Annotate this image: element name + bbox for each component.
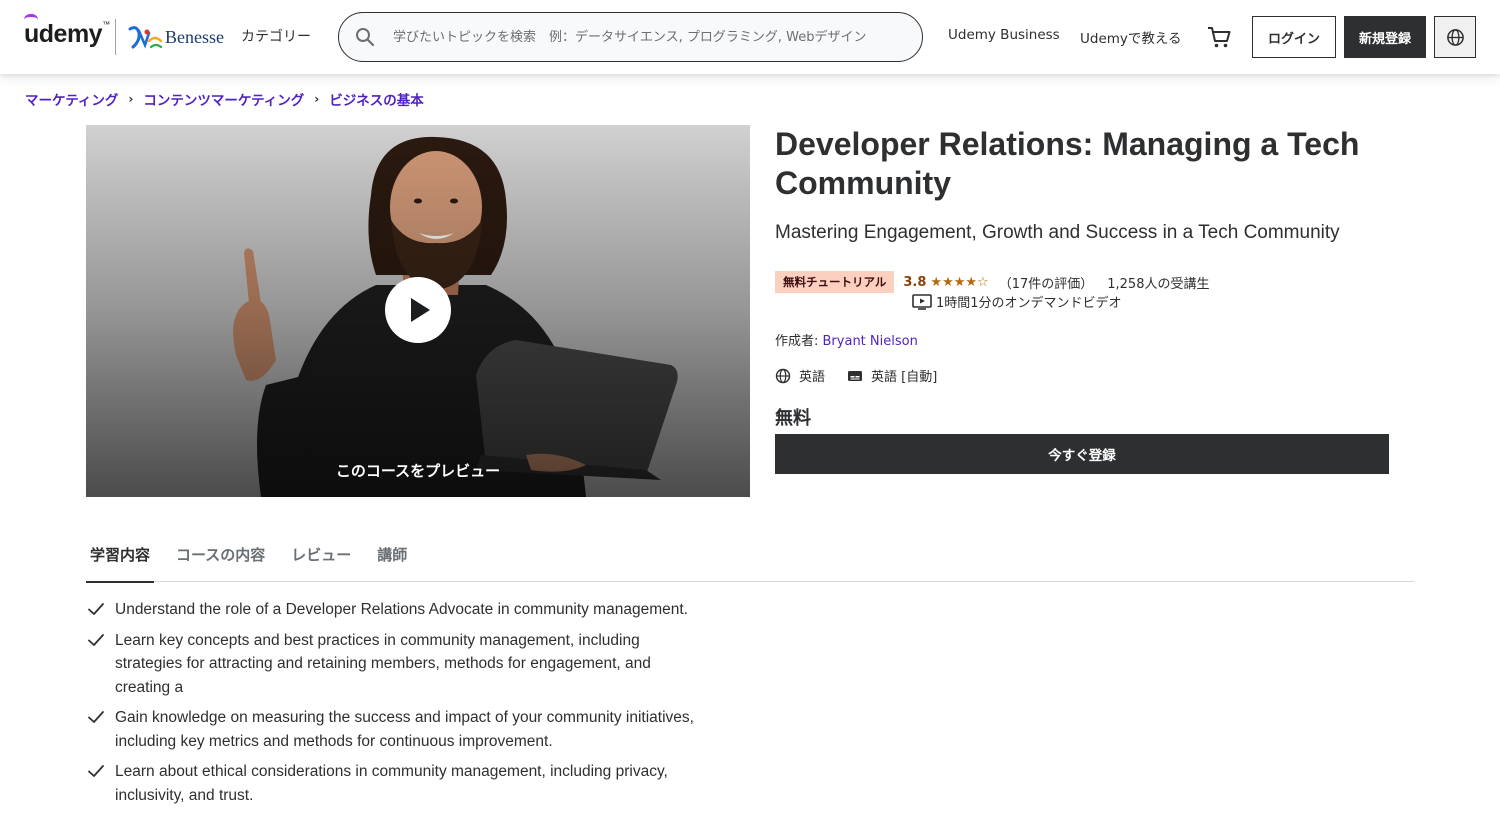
preview-label: このコースをプレビュー (335, 462, 501, 480)
tab-instructor[interactable]: 講師 (373, 540, 411, 582)
breadcrumb: マーケティング › コンテンツマーケティング › ビジネスの基本 (25, 89, 424, 109)
cart-icon[interactable] (1206, 24, 1232, 50)
author-prefix: 作成者: (775, 334, 823, 349)
star-icon: ★ (965, 274, 978, 290)
check-icon (88, 633, 104, 646)
globe-icon (1446, 28, 1464, 46)
check-icon (88, 603, 104, 615)
enroll-now-button[interactable]: 今すぐ登録 (775, 434, 1389, 474)
udemy-logo[interactable]: udemy™ (24, 14, 110, 49)
course-price: 無料 (775, 408, 811, 429)
star-empty-icon: ☆ (977, 274, 989, 290)
udemy-business-link[interactable]: Udemy Business (948, 27, 1060, 43)
teach-on-udemy-link[interactable]: Udemyで教える (1080, 27, 1182, 47)
learning-item-text: Gain knowledge on measuring the success … (115, 709, 694, 750)
list-item: Learn key concepts and best practices in… (86, 629, 706, 700)
learning-item-text: Understand the role of a Developer Relat… (115, 601, 688, 618)
language-text: 英語 (799, 370, 826, 385)
list-item: Learn about ethical considerations in co… (86, 760, 706, 807)
video-length-text: 1時間1分のオンデマンドビデオ (936, 296, 1122, 311)
breadcrumb-item-marketing[interactable]: マーケティング (25, 89, 118, 109)
search-input[interactable] (393, 13, 913, 61)
author-link[interactable]: Bryant Nielson (823, 334, 918, 349)
check-icon (88, 711, 104, 723)
learning-item-text: Learn key concepts and best practices in… (115, 631, 651, 696)
list-item: Understand the role of a Developer Relat… (86, 598, 706, 622)
chevron-right-icon: › (314, 92, 320, 106)
login-button[interactable]: ログイン (1252, 16, 1336, 58)
play-button[interactable] (385, 277, 451, 343)
check-icon (88, 765, 104, 777)
breadcrumb-item-content-marketing[interactable]: コンテンツマーケティング (143, 89, 304, 109)
course-preview-video[interactable]: このコースをプレビュー (86, 125, 750, 497)
udemy-logo-hat-icon (24, 14, 38, 20)
star-icon: ★ (930, 274, 943, 290)
tab-course-content[interactable]: コースの内容 (172, 540, 269, 582)
author-row: 作成者: Bryant Nielson (775, 330, 918, 349)
tab-reviews[interactable]: レビュー (287, 540, 355, 582)
signup-button[interactable]: 新規登録 (1344, 16, 1426, 58)
list-item: Gain knowledge on measuring the success … (86, 706, 706, 753)
globe-icon (775, 368, 791, 383)
star-icon: ★ (953, 274, 966, 290)
video-length: 1時間1分のオンデマンドビデオ (912, 292, 1122, 311)
top-header: udemy™ Benesse カテゴリー Udemy Business Udem… (0, 0, 1500, 74)
course-meta: 無料チュートリアル 3.8 ★ ★ ★ ★ ☆ （17件の評価） 1,258人の… (775, 271, 1209, 293)
video-icon (912, 293, 932, 310)
benesse-text: Benesse (165, 26, 224, 47)
learning-item-text: Learn about ethical considerations in co… (115, 763, 668, 804)
benesse-mark-icon (128, 26, 163, 49)
benesse-logo[interactable]: Benesse (127, 22, 224, 52)
rating-stars: ★ ★ ★ ★ ☆ (930, 276, 988, 289)
tab-what-you-learn[interactable]: 学習内容 (86, 540, 155, 583)
chevron-right-icon: › (128, 92, 134, 106)
rating-value: 3.8 (903, 274, 927, 290)
search-bar (338, 12, 923, 62)
course-title: Developer Relations: Managing a Tech Com… (775, 126, 1360, 201)
captions-text: 英語 [自動] (871, 370, 938, 385)
language-row: 英語 英語 [自動] (775, 366, 937, 385)
language-button[interactable] (1434, 16, 1476, 58)
rating-count-link[interactable]: （17件の評価） (999, 273, 1094, 292)
play-icon (411, 298, 430, 322)
captions-icon (848, 370, 863, 381)
course-subtitle: Mastering Engagement, Growth and Success… (775, 222, 1340, 243)
udemy-logo-text: udemy (24, 20, 103, 48)
star-icon: ★ (942, 274, 954, 290)
free-tutorial-badge: 無料チュートリアル (775, 271, 895, 293)
student-count: 1,258人の受講生 (1107, 276, 1210, 292)
course-tabs: 学習内容 コースの内容 レビュー 講師 (86, 540, 1414, 583)
breadcrumb-item-business-basics[interactable]: ビジネスの基本 (329, 89, 424, 109)
logo-divider (115, 19, 116, 55)
search-icon[interactable] (355, 27, 375, 47)
category-menu[interactable]: カテゴリー (241, 26, 311, 46)
learning-objectives: Understand the role of a Developer Relat… (86, 598, 706, 814)
